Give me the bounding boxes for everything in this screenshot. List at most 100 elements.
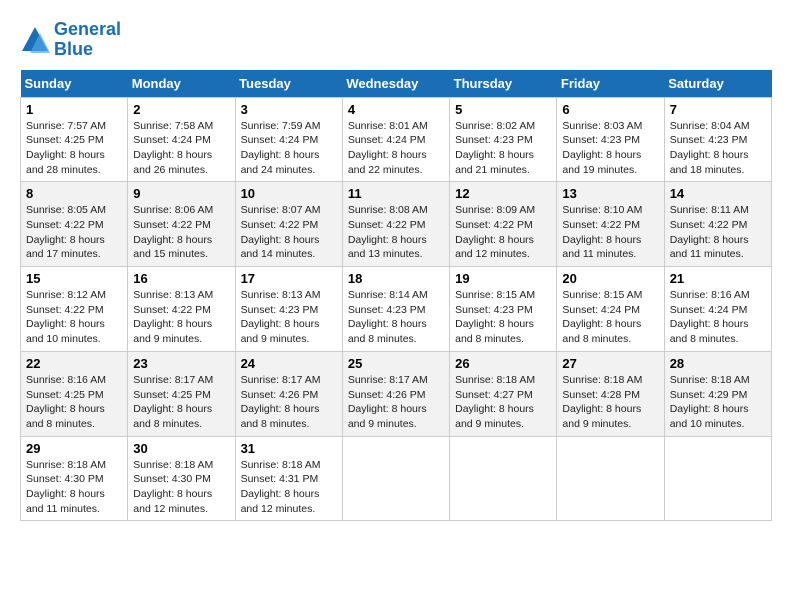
- calendar-cell: 18 Sunrise: 8:14 AM Sunset: 4:23 PM Dayl…: [342, 267, 449, 352]
- day-number: 13: [562, 186, 658, 201]
- calendar-cell: 20 Sunrise: 8:15 AM Sunset: 4:24 PM Dayl…: [557, 267, 664, 352]
- logo: General Blue: [20, 20, 121, 60]
- day-info: Sunrise: 8:16 AM Sunset: 4:24 PM Dayligh…: [670, 288, 766, 347]
- day-info: Sunrise: 7:57 AM Sunset: 4:25 PM Dayligh…: [26, 119, 122, 178]
- day-info: Sunrise: 8:12 AM Sunset: 4:22 PM Dayligh…: [26, 288, 122, 347]
- calendar-cell: 27 Sunrise: 8:18 AM Sunset: 4:28 PM Dayl…: [557, 351, 664, 436]
- calendar-cell: 31 Sunrise: 8:18 AM Sunset: 4:31 PM Dayl…: [235, 436, 342, 521]
- day-info: Sunrise: 8:07 AM Sunset: 4:22 PM Dayligh…: [241, 203, 337, 262]
- calendar-cell: 6 Sunrise: 8:03 AM Sunset: 4:23 PM Dayli…: [557, 97, 664, 182]
- page-header: General Blue: [20, 20, 772, 60]
- day-info: Sunrise: 8:06 AM Sunset: 4:22 PM Dayligh…: [133, 203, 229, 262]
- calendar-cell: 16 Sunrise: 8:13 AM Sunset: 4:22 PM Dayl…: [128, 267, 235, 352]
- day-number: 12: [455, 186, 551, 201]
- day-info: Sunrise: 8:10 AM Sunset: 4:22 PM Dayligh…: [562, 203, 658, 262]
- calendar-cell: 12 Sunrise: 8:09 AM Sunset: 4:22 PM Dayl…: [450, 182, 557, 267]
- day-number: 17: [241, 271, 337, 286]
- calendar-cell: 2 Sunrise: 7:58 AM Sunset: 4:24 PM Dayli…: [128, 97, 235, 182]
- calendar-cell: 30 Sunrise: 8:18 AM Sunset: 4:30 PM Dayl…: [128, 436, 235, 521]
- calendar-week-1: 1 Sunrise: 7:57 AM Sunset: 4:25 PM Dayli…: [21, 97, 772, 182]
- day-number: 1: [26, 102, 122, 117]
- calendar-cell: 25 Sunrise: 8:17 AM Sunset: 4:26 PM Dayl…: [342, 351, 449, 436]
- day-number: 10: [241, 186, 337, 201]
- calendar-cell: 24 Sunrise: 8:17 AM Sunset: 4:26 PM Dayl…: [235, 351, 342, 436]
- day-info: Sunrise: 8:17 AM Sunset: 4:26 PM Dayligh…: [348, 373, 444, 432]
- calendar-cell: 14 Sunrise: 8:11 AM Sunset: 4:22 PM Dayl…: [664, 182, 771, 267]
- calendar-header-row: SundayMondayTuesdayWednesdayThursdayFrid…: [21, 70, 772, 98]
- calendar-cell: [664, 436, 771, 521]
- day-header-monday: Monday: [128, 70, 235, 98]
- calendar-cell: 3 Sunrise: 7:59 AM Sunset: 4:24 PM Dayli…: [235, 97, 342, 182]
- calendar-week-3: 15 Sunrise: 8:12 AM Sunset: 4:22 PM Dayl…: [21, 267, 772, 352]
- calendar-cell: 29 Sunrise: 8:18 AM Sunset: 4:30 PM Dayl…: [21, 436, 128, 521]
- day-number: 23: [133, 356, 229, 371]
- calendar-cell: 21 Sunrise: 8:16 AM Sunset: 4:24 PM Dayl…: [664, 267, 771, 352]
- day-header-saturday: Saturday: [664, 70, 771, 98]
- calendar-cell: 26 Sunrise: 8:18 AM Sunset: 4:27 PM Dayl…: [450, 351, 557, 436]
- day-number: 24: [241, 356, 337, 371]
- day-info: Sunrise: 8:17 AM Sunset: 4:25 PM Dayligh…: [133, 373, 229, 432]
- day-number: 28: [670, 356, 766, 371]
- day-number: 27: [562, 356, 658, 371]
- calendar-cell: 17 Sunrise: 8:13 AM Sunset: 4:23 PM Dayl…: [235, 267, 342, 352]
- day-number: 25: [348, 356, 444, 371]
- day-info: Sunrise: 8:16 AM Sunset: 4:25 PM Dayligh…: [26, 373, 122, 432]
- calendar-week-4: 22 Sunrise: 8:16 AM Sunset: 4:25 PM Dayl…: [21, 351, 772, 436]
- day-number: 7: [670, 102, 766, 117]
- day-number: 29: [26, 441, 122, 456]
- calendar-cell: 28 Sunrise: 8:18 AM Sunset: 4:29 PM Dayl…: [664, 351, 771, 436]
- calendar-body: 1 Sunrise: 7:57 AM Sunset: 4:25 PM Dayli…: [21, 97, 772, 521]
- logo-text: General Blue: [54, 20, 121, 60]
- day-header-sunday: Sunday: [21, 70, 128, 98]
- day-number: 26: [455, 356, 551, 371]
- calendar-cell: [342, 436, 449, 521]
- day-info: Sunrise: 8:15 AM Sunset: 4:24 PM Dayligh…: [562, 288, 658, 347]
- day-number: 21: [670, 271, 766, 286]
- day-header-wednesday: Wednesday: [342, 70, 449, 98]
- day-info: Sunrise: 8:01 AM Sunset: 4:24 PM Dayligh…: [348, 119, 444, 178]
- day-number: 8: [26, 186, 122, 201]
- day-number: 11: [348, 186, 444, 201]
- calendar-cell: [557, 436, 664, 521]
- day-header-friday: Friday: [557, 70, 664, 98]
- day-number: 22: [26, 356, 122, 371]
- calendar-cell: 11 Sunrise: 8:08 AM Sunset: 4:22 PM Dayl…: [342, 182, 449, 267]
- calendar-cell: 19 Sunrise: 8:15 AM Sunset: 4:23 PM Dayl…: [450, 267, 557, 352]
- day-info: Sunrise: 8:18 AM Sunset: 4:29 PM Dayligh…: [670, 373, 766, 432]
- day-info: Sunrise: 8:03 AM Sunset: 4:23 PM Dayligh…: [562, 119, 658, 178]
- calendar-cell: 5 Sunrise: 8:02 AM Sunset: 4:23 PM Dayli…: [450, 97, 557, 182]
- day-info: Sunrise: 8:11 AM Sunset: 4:22 PM Dayligh…: [670, 203, 766, 262]
- calendar-cell: 15 Sunrise: 8:12 AM Sunset: 4:22 PM Dayl…: [21, 267, 128, 352]
- day-number: 3: [241, 102, 337, 117]
- day-info: Sunrise: 8:18 AM Sunset: 4:30 PM Dayligh…: [26, 458, 122, 517]
- day-info: Sunrise: 8:09 AM Sunset: 4:22 PM Dayligh…: [455, 203, 551, 262]
- day-info: Sunrise: 8:04 AM Sunset: 4:23 PM Dayligh…: [670, 119, 766, 178]
- calendar-cell: 7 Sunrise: 8:04 AM Sunset: 4:23 PM Dayli…: [664, 97, 771, 182]
- calendar-cell: [450, 436, 557, 521]
- day-info: Sunrise: 8:02 AM Sunset: 4:23 PM Dayligh…: [455, 119, 551, 178]
- day-number: 4: [348, 102, 444, 117]
- day-number: 6: [562, 102, 658, 117]
- day-number: 15: [26, 271, 122, 286]
- day-number: 14: [670, 186, 766, 201]
- calendar-cell: 23 Sunrise: 8:17 AM Sunset: 4:25 PM Dayl…: [128, 351, 235, 436]
- day-info: Sunrise: 8:14 AM Sunset: 4:23 PM Dayligh…: [348, 288, 444, 347]
- day-number: 31: [241, 441, 337, 456]
- day-number: 5: [455, 102, 551, 117]
- calendar-cell: 1 Sunrise: 7:57 AM Sunset: 4:25 PM Dayli…: [21, 97, 128, 182]
- day-info: Sunrise: 8:18 AM Sunset: 4:28 PM Dayligh…: [562, 373, 658, 432]
- day-info: Sunrise: 7:59 AM Sunset: 4:24 PM Dayligh…: [241, 119, 337, 178]
- calendar-cell: 13 Sunrise: 8:10 AM Sunset: 4:22 PM Dayl…: [557, 182, 664, 267]
- day-info: Sunrise: 8:13 AM Sunset: 4:22 PM Dayligh…: [133, 288, 229, 347]
- day-info: Sunrise: 7:58 AM Sunset: 4:24 PM Dayligh…: [133, 119, 229, 178]
- calendar-table: SundayMondayTuesdayWednesdayThursdayFrid…: [20, 70, 772, 522]
- calendar-cell: 10 Sunrise: 8:07 AM Sunset: 4:22 PM Dayl…: [235, 182, 342, 267]
- day-number: 19: [455, 271, 551, 286]
- day-header-thursday: Thursday: [450, 70, 557, 98]
- logo-icon: [20, 25, 50, 55]
- calendar-cell: 4 Sunrise: 8:01 AM Sunset: 4:24 PM Dayli…: [342, 97, 449, 182]
- day-info: Sunrise: 8:15 AM Sunset: 4:23 PM Dayligh…: [455, 288, 551, 347]
- day-info: Sunrise: 8:17 AM Sunset: 4:26 PM Dayligh…: [241, 373, 337, 432]
- day-number: 30: [133, 441, 229, 456]
- day-info: Sunrise: 8:18 AM Sunset: 4:31 PM Dayligh…: [241, 458, 337, 517]
